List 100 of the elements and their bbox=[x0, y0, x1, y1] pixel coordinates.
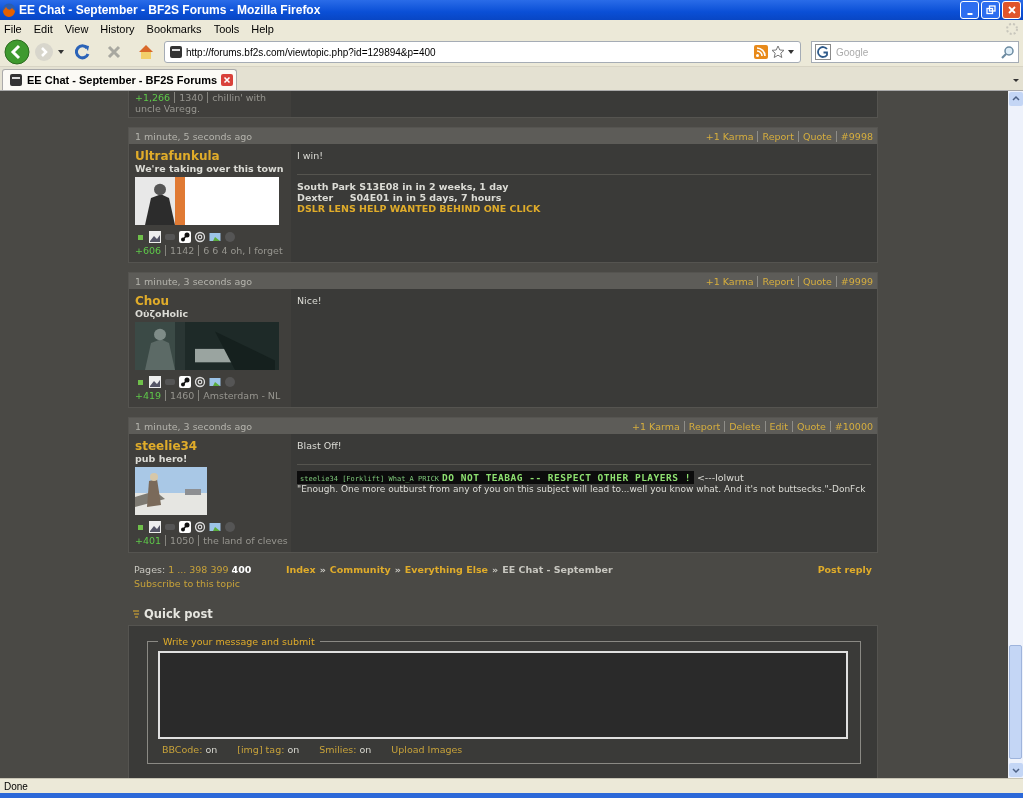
breadcrumb-separator: » bbox=[492, 564, 499, 575]
dropdown-caret-icon[interactable] bbox=[58, 50, 64, 54]
post-count: 1050 bbox=[165, 535, 200, 546]
restore-button[interactable] bbox=[981, 1, 1000, 19]
scrollbar[interactable] bbox=[1008, 91, 1023, 778]
scroll-up-icon[interactable] bbox=[1008, 92, 1023, 106]
menu-item[interactable]: Bookmarks bbox=[146, 23, 202, 35]
menu-item[interactable]: Edit bbox=[33, 23, 53, 35]
fieldset-legend: Write your message and submit bbox=[158, 636, 320, 647]
user-title: We're taking over this town bbox=[135, 163, 285, 174]
karma-count: +606 bbox=[135, 245, 162, 256]
karma-count: +419 bbox=[135, 390, 162, 401]
reload-icon[interactable] bbox=[73, 43, 91, 61]
back-button[interactable] bbox=[4, 39, 30, 65]
search-icon[interactable] bbox=[1001, 45, 1015, 59]
site-icon bbox=[169, 45, 183, 59]
user-location: the land of cleves bbox=[203, 535, 288, 546]
image-icon[interactable] bbox=[149, 521, 161, 533]
post-action-link[interactable]: Report bbox=[757, 130, 798, 142]
quick-post-heading: Quick post bbox=[144, 607, 213, 621]
user-location: Amsterdam - NL bbox=[203, 390, 281, 401]
author-name[interactable]: Ultrafunkula bbox=[135, 149, 285, 163]
home-icon[interactable] bbox=[137, 43, 155, 61]
post-action-link[interactable]: Quote bbox=[791, 420, 830, 432]
post-action-link[interactable]: +1 Karma bbox=[701, 130, 758, 142]
post-action-link[interactable]: Report bbox=[683, 420, 725, 432]
subscribe-link[interactable]: Subscribe to this topic bbox=[134, 578, 286, 589]
current-page: 400 bbox=[231, 564, 252, 575]
pages-label: Pages: bbox=[134, 564, 166, 575]
feed-icon[interactable] bbox=[754, 45, 768, 59]
post-action-link[interactable]: Quote bbox=[797, 275, 836, 287]
menu-item[interactable]: Help bbox=[251, 23, 274, 35]
post-action-link[interactable]: +1 Karma bbox=[628, 420, 684, 432]
close-button[interactable] bbox=[1002, 1, 1021, 19]
steam-icon[interactable] bbox=[179, 376, 191, 388]
throbber-icon bbox=[1005, 22, 1019, 36]
signature-text: "Enough. One more outburst from any of you on this subject will lead to...well you know what. And it's not buttsecks."-DonFck bbox=[297, 484, 867, 494]
author-name[interactable]: steelie34 bbox=[135, 439, 285, 453]
page-link[interactable]: 398 bbox=[189, 564, 208, 575]
mail-icon[interactable] bbox=[209, 376, 221, 388]
image-icon[interactable] bbox=[149, 376, 161, 388]
browser-tab[interactable]: EE Chat - September - BF2S Forums bbox=[2, 69, 238, 90]
post-action-link[interactable]: +1 Karma bbox=[701, 275, 758, 287]
close-icon bbox=[1006, 5, 1017, 15]
menu-item[interactable]: View bbox=[64, 23, 89, 35]
upload-images-link[interactable]: Upload Images bbox=[391, 744, 463, 755]
post-action-link[interactable]: Quote bbox=[797, 130, 836, 142]
post-message: Nice! bbox=[297, 295, 323, 306]
post-action-link[interactable]: Delete bbox=[724, 420, 765, 432]
menu-item[interactable]: Tools bbox=[213, 23, 240, 35]
karma-count: +401 bbox=[135, 535, 162, 546]
user-title: OὐζoHolic bbox=[135, 308, 190, 319]
dropdown-caret-icon[interactable] bbox=[788, 50, 794, 54]
post-time: 1 minute, 3 seconds ago bbox=[135, 275, 253, 287]
mail-icon[interactable] bbox=[209, 521, 221, 533]
message-field[interactable] bbox=[158, 651, 848, 739]
signature-link[interactable]: DSLR LENS HELP WANTED BEHIND ONE CLICK bbox=[297, 203, 871, 214]
close-tab-icon[interactable] bbox=[221, 74, 234, 86]
breadcrumb-link[interactable]: Index bbox=[286, 564, 316, 575]
search-bar[interactable]: Google bbox=[811, 41, 1019, 63]
post-message: Blast Off! bbox=[297, 440, 343, 451]
menu-item[interactable]: History bbox=[100, 23, 135, 35]
breadcrumb-link[interactable]: Community bbox=[329, 564, 391, 575]
post-message: I win! bbox=[297, 150, 325, 161]
mail-icon[interactable] bbox=[209, 231, 221, 243]
star-icon[interactable] bbox=[771, 45, 785, 59]
post-action-link[interactable]: #9998 bbox=[835, 130, 873, 142]
post-time: 1 minute, 5 seconds ago bbox=[135, 130, 253, 142]
option-status: BBCode: on bbox=[162, 744, 218, 755]
search-field[interactable]: Google bbox=[834, 45, 998, 59]
user-stats: +1,266 1340 chillin' with uncle Varegg. bbox=[135, 92, 267, 114]
status-text: Done bbox=[4, 780, 28, 792]
steam-icon[interactable] bbox=[179, 231, 191, 243]
minimize-button[interactable] bbox=[960, 1, 979, 19]
user-title: pub hero! bbox=[135, 453, 189, 464]
search-engine-icon[interactable] bbox=[815, 44, 831, 60]
address-field[interactable]: http://forums.bf2s.com/viewtopic.php?id=129894&p=400 bbox=[164, 41, 801, 63]
post-action-link[interactable]: #10000 bbox=[829, 420, 873, 432]
page-link[interactable]: ... bbox=[177, 564, 187, 575]
menu-item[interactable]: File bbox=[4, 23, 22, 35]
page-link[interactable]: 1 bbox=[168, 564, 175, 575]
restore-icon bbox=[985, 5, 996, 15]
post-action-link[interactable]: Edit bbox=[764, 420, 792, 432]
breadcrumb-link[interactable]: Everything Else bbox=[404, 564, 489, 575]
post-time: 1 minute, 3 seconds ago bbox=[135, 420, 253, 432]
scroll-down-icon[interactable] bbox=[1008, 763, 1023, 777]
post-action-link[interactable]: #9999 bbox=[835, 275, 873, 287]
page-link[interactable]: 399 bbox=[210, 564, 229, 575]
steam-icon[interactable] bbox=[179, 521, 191, 533]
post-reply-link[interactable]: Post reply bbox=[817, 564, 872, 575]
scrollbar-thumb[interactable] bbox=[1009, 645, 1022, 759]
breadcrumb-separator: » bbox=[319, 564, 326, 575]
signature-text: <---lolwut bbox=[696, 472, 744, 483]
user-location: 6 6 4 oh, I forget bbox=[203, 245, 283, 256]
minimize-icon bbox=[966, 12, 973, 15]
signature-text: South Park S13E08 in in 2 weeks, 1 day bbox=[297, 181, 510, 192]
post-action-link[interactable]: Report bbox=[757, 275, 798, 287]
menu-lines-icon bbox=[132, 610, 140, 618]
image-icon[interactable] bbox=[149, 231, 161, 243]
author-name[interactable]: Chou bbox=[135, 294, 285, 308]
